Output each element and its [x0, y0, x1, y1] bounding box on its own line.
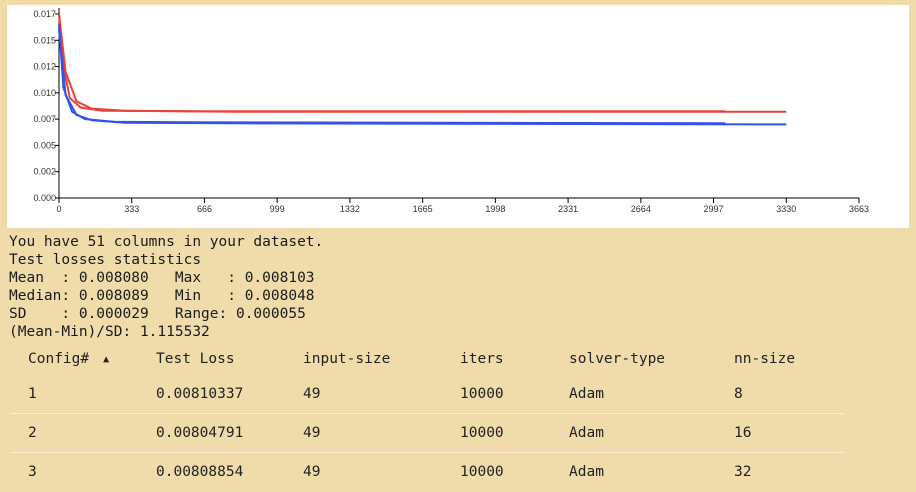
cell-test-loss: 0.00804791: [138, 413, 285, 453]
y-tick-label: 0.012: [33, 62, 56, 72]
x-tick-label: 1998: [485, 204, 505, 214]
median-min-line: Median: 0.008089 Min : 0.008048: [9, 288, 315, 304]
x-tick-label: 2331: [558, 204, 578, 214]
x-tick-label: 666: [197, 204, 212, 214]
table-row: 1 0.00810337 49 10000 Adam 8: [10, 375, 844, 414]
loss-chart: 0 333 666 999 1332 1665 1998 2331 2664 2997 3330 36…: [33, 8, 869, 214]
cell-input-size: 49: [285, 375, 442, 414]
y-tick-label: 0.015: [33, 35, 56, 45]
y-tick-label: 0.017: [33, 9, 56, 19]
loss-series-line: [58, 13, 726, 113]
sort-ascending-icon: ▲: [103, 353, 110, 365]
mean-max-line: Mean : 0.008080 Max : 0.008103: [9, 270, 315, 286]
cell-nn-size: 8: [716, 375, 844, 414]
x-tick-label: 333: [124, 204, 139, 214]
cell-input-size: 49: [303, 464, 321, 480]
cell-solver-type: Adam: [551, 413, 716, 453]
cell-iters: 10000: [442, 413, 551, 453]
cell-config: 1: [10, 375, 138, 414]
cell-test-loss: 0.00808854: [156, 464, 244, 480]
y-tick-label: 0.010: [33, 88, 56, 98]
loss-chart-panel: 0 333 666 999 1332 1665 1998 2331 2664 2997 3330 36…: [7, 5, 909, 228]
cell-iters: 10000: [442, 375, 551, 414]
cell-config: 2: [10, 413, 138, 453]
cell-nn-size: 16: [716, 413, 844, 453]
table-row: 3 0.00808854 49 10000 Adam 32: [10, 453, 844, 492]
loss-series-line: [58, 13, 787, 113]
stats-heading: Test losses statistics: [9, 252, 202, 268]
x-tick-label: 999: [270, 204, 285, 214]
table-header-row: Config# ▲ Test Loss input-size iters solv…: [10, 342, 844, 375]
columns-count-line: You have 51 columns in your dataset.: [9, 234, 324, 250]
x-tick-label: 0: [56, 204, 61, 214]
x-tick-label: 3663: [849, 204, 869, 214]
column-header-config[interactable]: Config# ▲: [10, 342, 138, 375]
sd-range-line: SD : 0.000029 Range: 0.000055: [9, 306, 306, 322]
column-header-nn-size[interactable]: nn-size: [716, 342, 844, 375]
y-tick-label: 0.005: [33, 140, 56, 150]
y-tick-label: 0.000: [33, 193, 56, 203]
cell-iters: 10000: [460, 464, 504, 480]
x-tick-label: 1665: [413, 204, 433, 214]
cell-nn-size: 32: [734, 464, 752, 480]
column-header-iters[interactable]: iters: [442, 342, 551, 375]
statistics-output: You have 51 columns in your dataset. Tes…: [9, 233, 323, 341]
table-row: 2 0.00804791 49 10000 Adam 16: [10, 413, 844, 453]
column-header-test-loss[interactable]: Test Loss: [138, 342, 285, 375]
column-header-input-size[interactable]: input-size: [285, 342, 442, 375]
column-header-solver-type[interactable]: solver-type: [551, 342, 716, 375]
x-tick-label: 2664: [631, 204, 651, 214]
y-tick-label: 0.002: [33, 167, 56, 177]
cell-solver-type: Adam: [569, 464, 604, 480]
x-tick-label: 3330: [776, 204, 796, 214]
mean-min-sd-line: (Mean-Min)/SD: 1.115532: [9, 324, 210, 340]
cell-input-size: 49: [285, 413, 442, 453]
results-table: Config# ▲ Test Loss input-size iters solv…: [10, 342, 844, 491]
x-tick-label: 2997: [704, 204, 724, 214]
x-tick-label: 1332: [340, 204, 360, 214]
loss-series-line: [58, 24, 726, 125]
cell-test-loss: 0.00810337: [138, 375, 285, 414]
cell-solver-type: Adam: [551, 375, 716, 414]
cell-config: 3: [28, 464, 37, 480]
y-tick-label: 0.007: [33, 114, 56, 124]
